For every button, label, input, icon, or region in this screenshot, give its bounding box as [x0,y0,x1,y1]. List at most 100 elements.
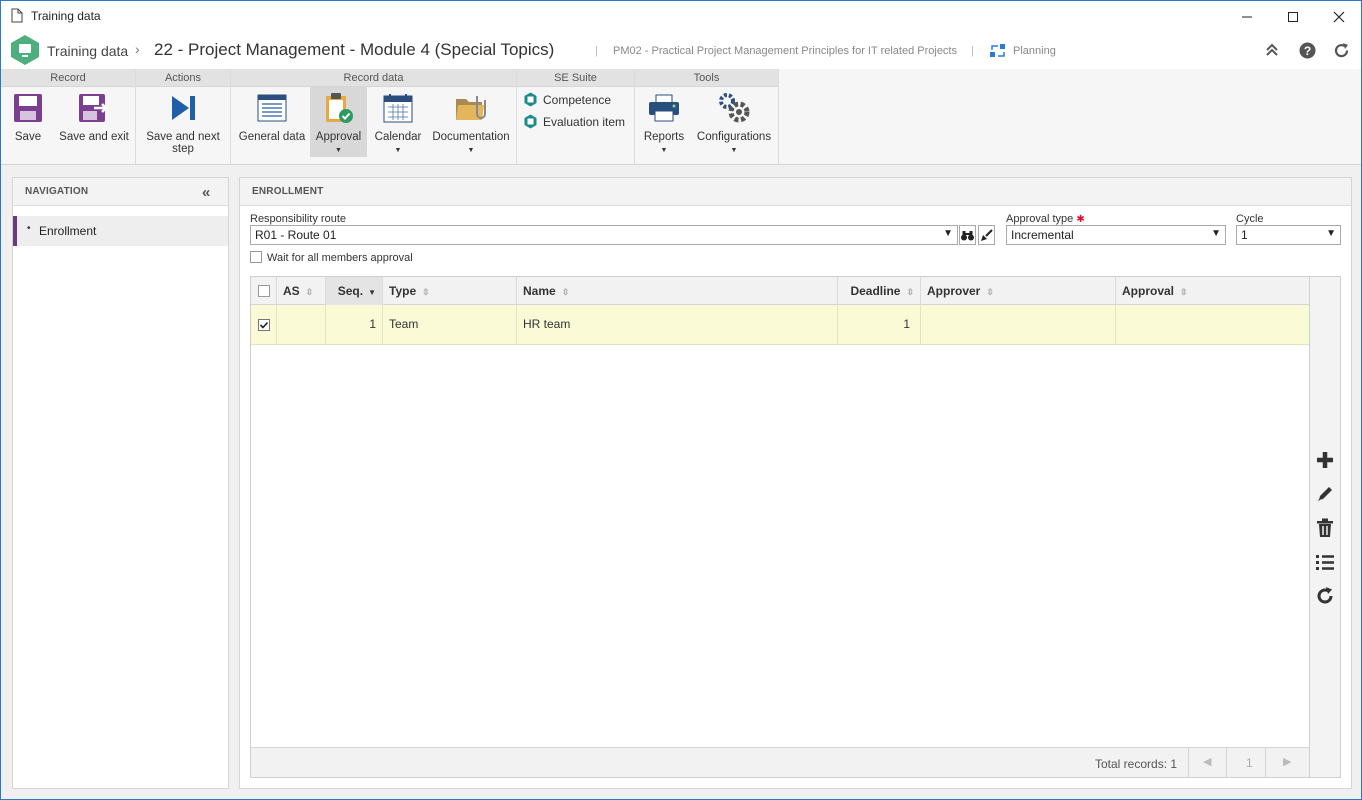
save-button[interactable]: Save [7,87,49,157]
table-actions-toolbar [1310,276,1341,778]
wait-all-members-checkbox[interactable] [250,251,262,266]
nav-item-enrollment[interactable]: • Enrollment [13,216,228,246]
ribbon-group-label: Record [1,69,135,87]
delete-button[interactable] [1314,517,1336,539]
column-header-as[interactable]: AS ⇳ [277,277,326,305]
general-data-button[interactable]: General data [235,87,309,157]
gears-icon [717,91,751,125]
minimize-icon [1242,16,1252,17]
wait-all-members-label: Wait for all members approval [267,252,413,264]
row-checkbox[interactable] [251,305,277,344]
responsibility-route-value: R01 - Route 01 [255,228,337,242]
configurations-dropdown-button[interactable]: Configurations ▼ [695,87,773,157]
clear-route-button[interactable] [978,225,995,245]
planning-icon [989,43,1007,62]
responsibility-route-select[interactable]: R01 - Route 01 ▼ [250,225,958,245]
close-icon [1333,11,1345,22]
evaluation-item-link[interactable]: Evaluation item [523,114,625,129]
ribbon-group-actions: Actions Save and next step [136,69,231,164]
dropdown-arrow-icon: ▼ [1211,228,1221,239]
column-header-type[interactable]: Type ⇳ [383,277,517,305]
column-header-seq[interactable]: Seq. ▼ [326,277,383,305]
required-asterisk-icon: ✱ [1076,214,1085,225]
collapse-header-button[interactable] [1265,43,1279,60]
total-records: Total records: 1 [1095,757,1178,771]
cycle-select[interactable]: 1 ▼ [1236,225,1341,245]
calendar-dropdown-button[interactable]: Calendar ▼ [370,87,426,157]
approval-type-select[interactable]: Incremental ▼ [1006,225,1226,245]
column-header-label: Deadline [850,284,901,298]
evaluation-item-label: Evaluation item [543,114,626,129]
help-button[interactable]: ? [1299,42,1316,62]
checkmark-icon [257,318,270,331]
stage-label: Planning [1013,45,1056,57]
reload-button[interactable] [1314,585,1336,607]
save-label: Save [14,131,42,143]
printer-icon [647,91,681,125]
ribbon-group-record: Record Save Save and exit [1,69,136,164]
maximize-button[interactable] [1270,1,1316,32]
column-header-approver[interactable]: Approver ⇳ [921,277,1116,305]
table-row[interactable]: 1 Team HR team 1 [251,305,1309,345]
sort-desc-icon: ▼ [368,288,376,297]
calendar-label: Calendar [374,131,422,143]
table-header: AS ⇳ Seq. ▼ Type ⇳ Name ⇳ Deadline ⇳ Approver… [251,277,1309,305]
bullet-icon: • [27,223,31,234]
column-header-deadline[interactable]: Deadline ⇳ [838,277,921,305]
documentation-label: Documentation [432,131,510,143]
refresh-button[interactable] [1333,42,1350,62]
evaluation-item-icon [524,114,537,129]
save-and-next-step-button[interactable]: Save and next step [142,87,224,157]
approval-dropdown-button[interactable]: Approval ▼ [310,87,367,157]
column-header-approval[interactable]: Approval ⇳ [1116,277,1309,305]
reports-dropdown-button[interactable]: Reports ▼ [641,87,687,157]
column-header-label: Seq. [337,284,364,298]
ribbon-group-tools: Tools Reports ▼ Configurations ▼ [635,69,779,164]
dropdown-caret-icon: ▼ [660,147,668,154]
enrollment-title: ENROLLMENT [240,178,1351,206]
column-header-name[interactable]: Name ⇳ [517,277,838,305]
training-app-icon [9,34,41,69]
save-and-exit-button[interactable]: Save and exit [56,87,132,157]
header-divider: | [971,45,974,57]
list-view-button[interactable] [1314,551,1336,573]
next-page-button[interactable]: ▶ [1283,755,1291,768]
ribbon-toolbar: Record Save Save and exit Actions Save a… [1,69,1361,165]
clipboard-check-icon [322,91,356,125]
search-route-button[interactable] [959,225,976,245]
configurations-label: Configurations [696,131,772,143]
sort-icon: ⇳ [986,287,994,297]
breadcrumb-app-name[interactable]: Training data [47,43,128,59]
ribbon-group-label: Record data [231,69,516,87]
column-header-label: AS [283,284,300,298]
dropdown-arrow-icon: ▼ [943,228,953,239]
breadcrumb-chevron-icon: › [135,41,140,57]
table-footer: Total records: 1 ◀ 1 ▶ [251,747,1309,777]
column-header-label: Name [523,284,556,298]
edit-button[interactable] [1314,483,1336,505]
dropdown-caret-icon: ▼ [467,147,475,154]
competence-label: Competence [543,92,612,107]
cell-type: Team [383,305,517,344]
skip-next-icon [166,91,200,125]
cycle-value: 1 [1241,228,1248,242]
approval-table: AS ⇳ Seq. ▼ Type ⇳ Name ⇳ Deadline ⇳ Approver… [250,276,1310,778]
help-icon: ? [1299,42,1316,59]
previous-page-button[interactable]: ◀ [1203,755,1211,768]
minimize-button[interactable] [1224,1,1270,32]
course-subtitle: PM02 - Practical Project Management Prin… [613,45,957,57]
dropdown-caret-icon: ▼ [335,147,342,154]
select-all-checkbox[interactable] [251,277,277,305]
close-button[interactable] [1316,1,1362,32]
documentation-dropdown-button[interactable]: Documentation ▼ [430,87,512,157]
competence-link[interactable]: Competence [523,92,611,107]
ribbon-group-se-suite: SE Suite Competence Evaluation item [517,69,635,164]
cell-seq: 1 [326,305,383,344]
double-chevron-up-icon [1266,43,1278,56]
competence-icon [524,92,537,107]
column-header-label: Type [389,284,417,298]
refresh-icon [1334,43,1349,58]
floppy-disk-icon [11,91,45,125]
collapse-navigation-button[interactable]: « [202,184,210,201]
add-button[interactable] [1314,449,1336,471]
